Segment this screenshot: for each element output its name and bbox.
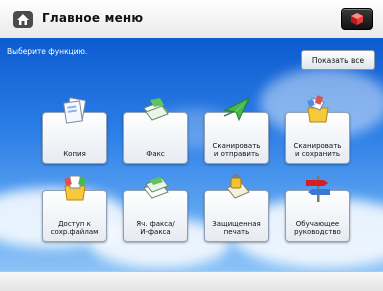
stored-files-label: Доступ к сохр.файлам bbox=[50, 220, 99, 236]
title-bar: Главное меню bbox=[0, 0, 383, 39]
home-icon[interactable] bbox=[12, 9, 34, 29]
fax-inbox-label: Яч. факса/ И-факса bbox=[136, 220, 175, 236]
tutorial-label: Обучающее руководство bbox=[294, 220, 341, 236]
copy-tile[interactable]: Копия bbox=[42, 97, 107, 164]
tutorial-tile[interactable]: Обучающее руководство bbox=[285, 176, 350, 242]
copy-label: Копия bbox=[63, 150, 86, 158]
settings-button[interactable] bbox=[341, 8, 373, 30]
copy-icon bbox=[63, 97, 87, 124]
status-bar bbox=[0, 271, 383, 291]
stored-files-icon bbox=[64, 175, 86, 201]
fax-icon bbox=[143, 98, 169, 121]
signpost-icon bbox=[306, 176, 330, 202]
fax-label: Факс bbox=[146, 150, 165, 158]
cube-icon bbox=[351, 13, 363, 25]
scan-store-label: Сканировать и сохранить bbox=[293, 142, 342, 158]
stored-files-tile[interactable]: Доступ к сохр.файлам bbox=[42, 175, 107, 242]
instruction-text: Выберите функцию. bbox=[7, 47, 88, 56]
fax-inbox-icon bbox=[143, 177, 169, 199]
scan-send-icon bbox=[223, 96, 251, 122]
function-area: Выберите функцию. Показать все Копия Фак… bbox=[0, 38, 383, 271]
scan-send-tile[interactable]: Сканировать и отправить bbox=[204, 96, 269, 164]
fax-inbox-tile[interactable]: Яч. факса/ И-факса bbox=[123, 177, 188, 242]
scan-store-tile[interactable]: Сканировать и сохранить bbox=[285, 95, 350, 164]
main-menu-screen: Главное меню Выберите функцию. Показать … bbox=[0, 0, 383, 291]
secure-print-label: Защищенная печать bbox=[212, 220, 261, 236]
scan-send-label: Сканировать и отправить bbox=[212, 142, 261, 158]
page-title: Главное меню bbox=[42, 11, 144, 25]
secure-print-icon bbox=[226, 174, 250, 199]
show-all-button[interactable]: Показать все bbox=[301, 50, 375, 70]
scan-store-icon bbox=[307, 95, 329, 123]
secure-print-tile[interactable]: Защищенная печать bbox=[204, 174, 269, 242]
fax-tile[interactable]: Факс bbox=[123, 98, 188, 164]
